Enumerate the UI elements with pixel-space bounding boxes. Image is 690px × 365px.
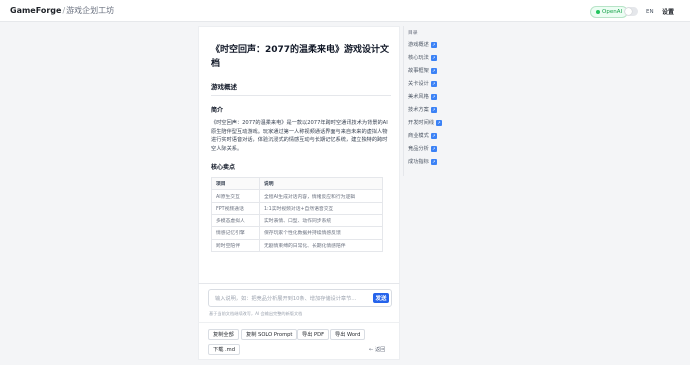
- subsection-heading-features: 核心卖点: [211, 164, 236, 172]
- new-badge-icon: ↗: [430, 158, 437, 165]
- theme-toggle[interactable]: [624, 7, 638, 16]
- brand-subtitle: 游戏企划工坊: [66, 6, 115, 15]
- toc-item-label: 竞品分析: [408, 146, 429, 152]
- table-cell: 1:1实时视频对话+自然语音交互: [259, 201, 383, 215]
- export-pdf-button[interactable]: 导出 PDF: [297, 329, 330, 340]
- toc-item-competitors[interactable]: 竞品分析 ↗: [408, 145, 437, 152]
- toc-item-business[interactable]: 商业模式 ↗: [408, 132, 437, 139]
- subsection-heading-intro: 简介: [211, 107, 224, 114]
- table-row: AI原生交互 全程AI生成对话内容，情绪反应和行为逻辑: [211, 189, 383, 203]
- new-badge-icon: ↗: [430, 54, 437, 61]
- new-badge-icon: ↗: [430, 67, 437, 74]
- table-cell: 全程AI生成对话内容，情绪反应和行为逻辑: [259, 189, 383, 203]
- intro-paragraph: 《时空回声：2077的温柔来电》是一款以2077年跨时空通讯技术为背景的AI原生…: [211, 120, 388, 152]
- table-row: 多模态虚拟人 实时表情、口型、动作同步系统: [211, 213, 383, 228]
- revision-input-placeholder: 输入说明，如：把竞品分析展开到10条、增加存储设计章节…: [215, 296, 357, 302]
- new-badge-icon: ↗: [430, 41, 437, 48]
- toc-item-label: 关卡设计: [408, 81, 429, 87]
- table-cell: 多模态虚拟人: [211, 213, 260, 228]
- brand-separator: /: [62, 6, 66, 15]
- new-badge-icon: ↗: [430, 93, 437, 100]
- toc-item-art[interactable]: 美术风格 ↗: [408, 93, 437, 100]
- toc-item-label: 技术方案: [408, 107, 429, 113]
- toc-item-label: 故事框架: [408, 68, 429, 74]
- new-badge-icon: ↗: [430, 80, 437, 87]
- top-bar: GameForge/游戏企划工坊 OpenAI EN 设置: [0, 0, 690, 22]
- toc-title: 目录: [408, 31, 418, 36]
- download-md-button[interactable]: 下载 .md: [208, 344, 241, 355]
- toggle-knob: [625, 8, 632, 15]
- table-cell: 无剧情束缚的日常化、长期化情感陪伴: [259, 238, 383, 252]
- copy-all-button[interactable]: 复制全部: [208, 329, 239, 340]
- table-row: 情感记忆引擎 保存玩家个性化数据并持续情感反馈: [211, 226, 383, 240]
- toc-item-metrics[interactable]: 成功指标 ↗: [408, 158, 437, 165]
- model-badge-label: OpenAI: [602, 9, 623, 15]
- toc-item-overview[interactable]: 游戏概述 ↗: [408, 41, 437, 48]
- document-panel: 《时空回声：2077的温柔来电》游戏设计文档 游戏概述 简介 《时空回声：207…: [198, 26, 400, 316]
- table-header-item: 项目: [211, 177, 260, 191]
- table-of-contents: 目录 游戏概述 ↗ 核心玩法 ↗ 故事框架 ↗ 关卡设计 ↗ 美术风格 ↗ 技术方案 ↗ 开…: [403, 26, 467, 176]
- table-cell: 情感记忆引擎: [211, 226, 260, 240]
- features-table: 项目 说明 AI原生交互 全程AI生成对话内容，情绪反应和行为逻辑 FPT视频通话…: [211, 177, 383, 252]
- brand[interactable]: GameForge/游戏企划工坊: [10, 5, 114, 16]
- table-header-row: 项目 说明: [211, 177, 383, 191]
- action-bar: 复制全部 复制 SOLO Prompt 导出 PDF 导出 Word 下载 .m…: [198, 322, 400, 360]
- table-row: 跨时空陪伴 无剧情束缚的日常化、长期化情感陪伴: [211, 238, 383, 252]
- toc-item-gameplay[interactable]: 核心玩法 ↗: [408, 54, 437, 61]
- model-badge[interactable]: OpenAI: [590, 6, 629, 18]
- toc-item-label: 游戏概述: [408, 42, 429, 48]
- toc-item-label: 美术风格: [408, 94, 429, 100]
- table-header-desc: 说明: [259, 177, 383, 191]
- table-cell: FPT视频通话: [211, 201, 260, 215]
- copy-solo-prompt-button[interactable]: 复制 SOLO Prompt: [241, 329, 298, 340]
- table-cell: AI原生交互: [211, 189, 260, 203]
- export-word-button[interactable]: 导出 Word: [330, 329, 366, 340]
- toc-item-label: 成功指标: [408, 159, 429, 165]
- toc-item-label: 核心玩法: [408, 55, 429, 61]
- toc-item-timeline[interactable]: 开发时间线 ↗: [408, 119, 442, 126]
- table-cell: 保存玩家个性化数据并持续情感反馈: [259, 226, 383, 240]
- revision-chat-area: 输入说明，如：把竞品分析展开到10条、增加存储设计章节… 发送 基于当前文档继续…: [198, 283, 400, 323]
- revision-hint: 基于当前文档继续改写，AI 会输出完整的新版文档: [209, 311, 303, 316]
- document-title: 《时空回声：2077的温柔来电》游戏设计文档: [211, 45, 390, 69]
- new-badge-icon: ↗: [435, 119, 442, 126]
- section-heading-overview: 游戏概述: [211, 81, 391, 96]
- table-cell: 实时表情、口型、动作同步系统: [259, 213, 383, 228]
- table-cell: 跨时空陪伴: [211, 238, 260, 252]
- revision-input[interactable]: 输入说明，如：把竞品分析展开到10条、增加存储设计章节… 发送: [208, 289, 392, 307]
- brand-name: GameForge: [10, 6, 62, 15]
- toc-item-tech[interactable]: 技术方案 ↗: [408, 106, 437, 113]
- toc-item-levels[interactable]: 关卡设计 ↗: [408, 80, 437, 87]
- settings-button[interactable]: 设置: [658, 6, 678, 17]
- new-badge-icon: ↗: [430, 145, 437, 152]
- status-dot-icon: [596, 10, 600, 14]
- new-badge-icon: ↗: [430, 132, 437, 139]
- toc-item-label: 商业模式: [408, 133, 429, 139]
- toc-divider: [403, 26, 404, 176]
- table-row: FPT视频通话 1:1实时视频对话+自然语音交互: [211, 201, 383, 215]
- new-badge-icon: ↗: [430, 106, 437, 113]
- back-link[interactable]: ← 返回: [369, 346, 385, 353]
- send-button[interactable]: 发送: [373, 293, 389, 303]
- language-button[interactable]: EN: [642, 6, 658, 17]
- toc-item-label: 开发时间线: [408, 120, 434, 126]
- toc-item-story[interactable]: 故事框架 ↗: [408, 67, 437, 74]
